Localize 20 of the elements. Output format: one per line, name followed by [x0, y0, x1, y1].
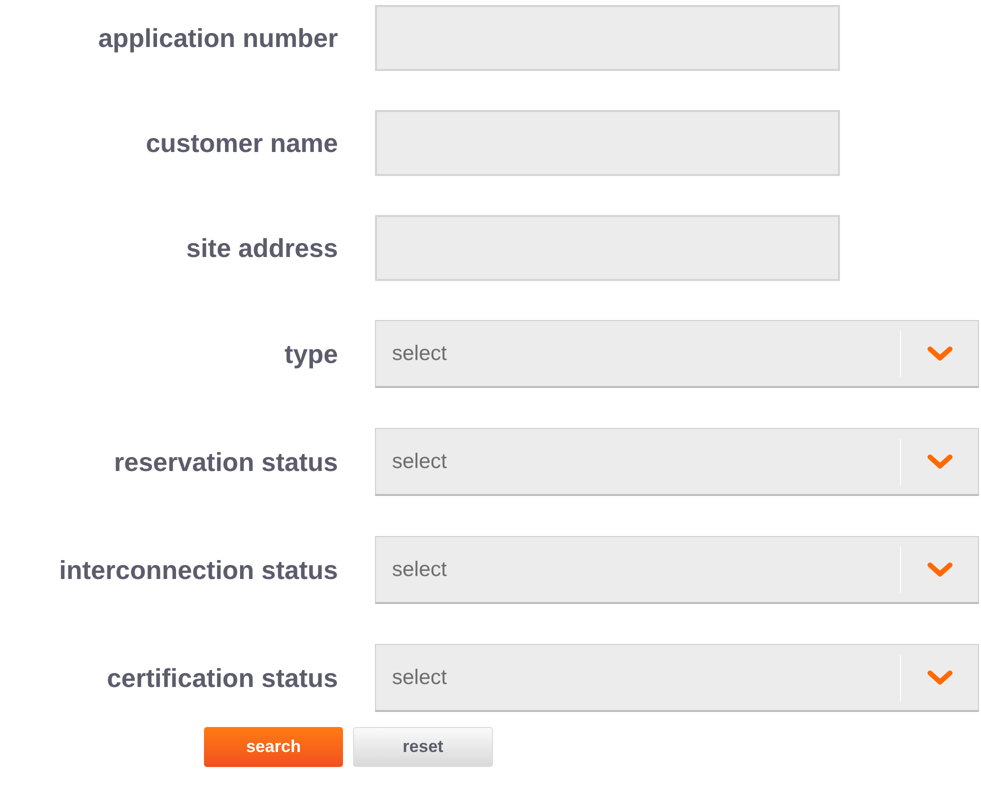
search-button[interactable]: search [204, 727, 343, 767]
select-dropdown[interactable]: select [375, 320, 979, 388]
reset-button[interactable]: reset [353, 727, 493, 767]
select-dropdown[interactable]: select [375, 428, 979, 496]
field-label: certification status [106, 662, 338, 694]
text-field[interactable] [375, 5, 840, 71]
field-label: interconnection status [59, 554, 338, 586]
select-dropdown[interactable]: select [375, 644, 979, 712]
text-field[interactable] [375, 110, 840, 176]
select-dropdown[interactable]: select [375, 536, 979, 604]
text-field[interactable] [375, 215, 840, 281]
field-label: customer name [146, 126, 338, 160]
chevron-down-icon [926, 346, 952, 362]
chevron-down-icon [926, 562, 952, 578]
field-label: type [284, 338, 338, 370]
field-label: application number [98, 22, 338, 54]
field-label: reservation status [114, 446, 338, 478]
chevron-down-icon [926, 670, 952, 686]
field-label: site address [186, 232, 338, 264]
chevron-down-icon [926, 454, 952, 470]
